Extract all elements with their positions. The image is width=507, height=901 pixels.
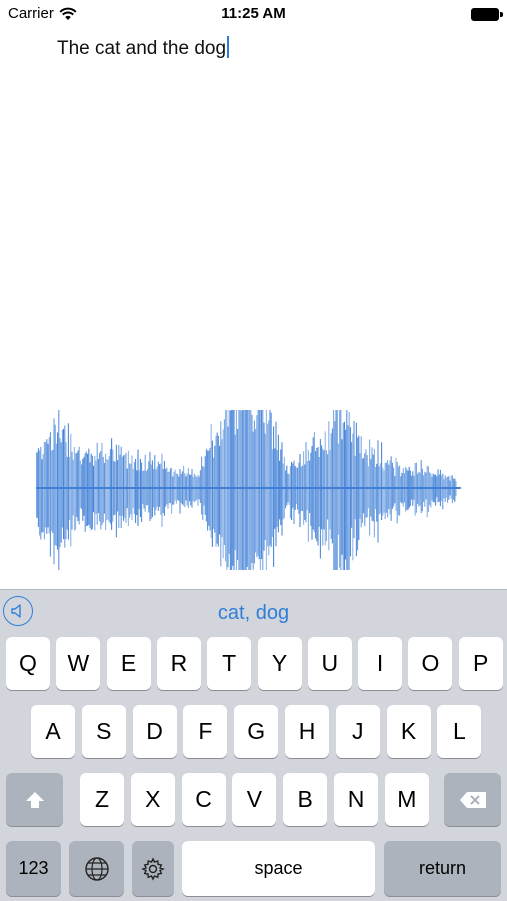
key-m[interactable]: M (384, 773, 429, 826)
audio-waveform (36, 410, 462, 570)
key-f[interactable]: F (183, 705, 228, 758)
gear-icon (141, 856, 165, 881)
key-x[interactable]: X (130, 773, 175, 826)
shift-key[interactable] (6, 773, 63, 826)
key-o[interactable]: O (408, 637, 453, 690)
key-y[interactable]: Y (257, 637, 302, 690)
key-d[interactable]: D (132, 705, 177, 758)
key-w[interactable]: W (56, 637, 101, 690)
key-j[interactable]: J (335, 705, 380, 758)
space-key[interactable]: space (182, 841, 375, 896)
key-k[interactable]: K (386, 705, 431, 758)
key-h[interactable]: H (285, 705, 329, 758)
suggestion-bar: cat, dog (0, 590, 507, 634)
text-editor[interactable]: The cat and the dog (57, 36, 230, 60)
key-g[interactable]: G (234, 705, 279, 758)
status-time: 11:25 AM (221, 5, 286, 22)
key-q[interactable]: Q (6, 637, 50, 690)
status-bar: Carrier 11:25 AM (0, 0, 507, 28)
keyboard: cat, dog QWERTYUIOP ASDFGHJKL ZXCVBNM 12… (0, 589, 507, 901)
globe-key[interactable] (69, 841, 124, 896)
key-s[interactable]: S (81, 705, 126, 758)
delete-key[interactable] (444, 773, 501, 826)
numbers-key[interactable]: 123 (6, 841, 61, 896)
key-u[interactable]: U (307, 637, 352, 690)
key-r[interactable]: R (156, 637, 201, 690)
key-p[interactable]: P (458, 637, 503, 690)
key-t[interactable]: T (207, 637, 252, 690)
globe-icon (84, 856, 109, 881)
key-a[interactable]: A (31, 705, 75, 758)
key-v[interactable]: V (232, 773, 277, 826)
key-l[interactable]: L (437, 705, 482, 758)
shift-arrow-icon (25, 791, 44, 808)
key-b[interactable]: B (283, 773, 328, 826)
return-key[interactable]: return (384, 841, 501, 896)
editor-text: The cat and the dog (57, 38, 227, 59)
key-n[interactable]: N (334, 773, 378, 826)
delete-icon (459, 791, 486, 808)
key-e[interactable]: E (106, 637, 151, 690)
battery-icon (471, 8, 503, 21)
settings-key[interactable] (132, 841, 174, 896)
key-c[interactable]: C (181, 773, 226, 826)
text-cursor (227, 36, 230, 58)
key-i[interactable]: I (358, 637, 403, 690)
key-z[interactable]: Z (80, 773, 124, 826)
suggestion-text[interactable]: cat, dog (0, 602, 507, 625)
